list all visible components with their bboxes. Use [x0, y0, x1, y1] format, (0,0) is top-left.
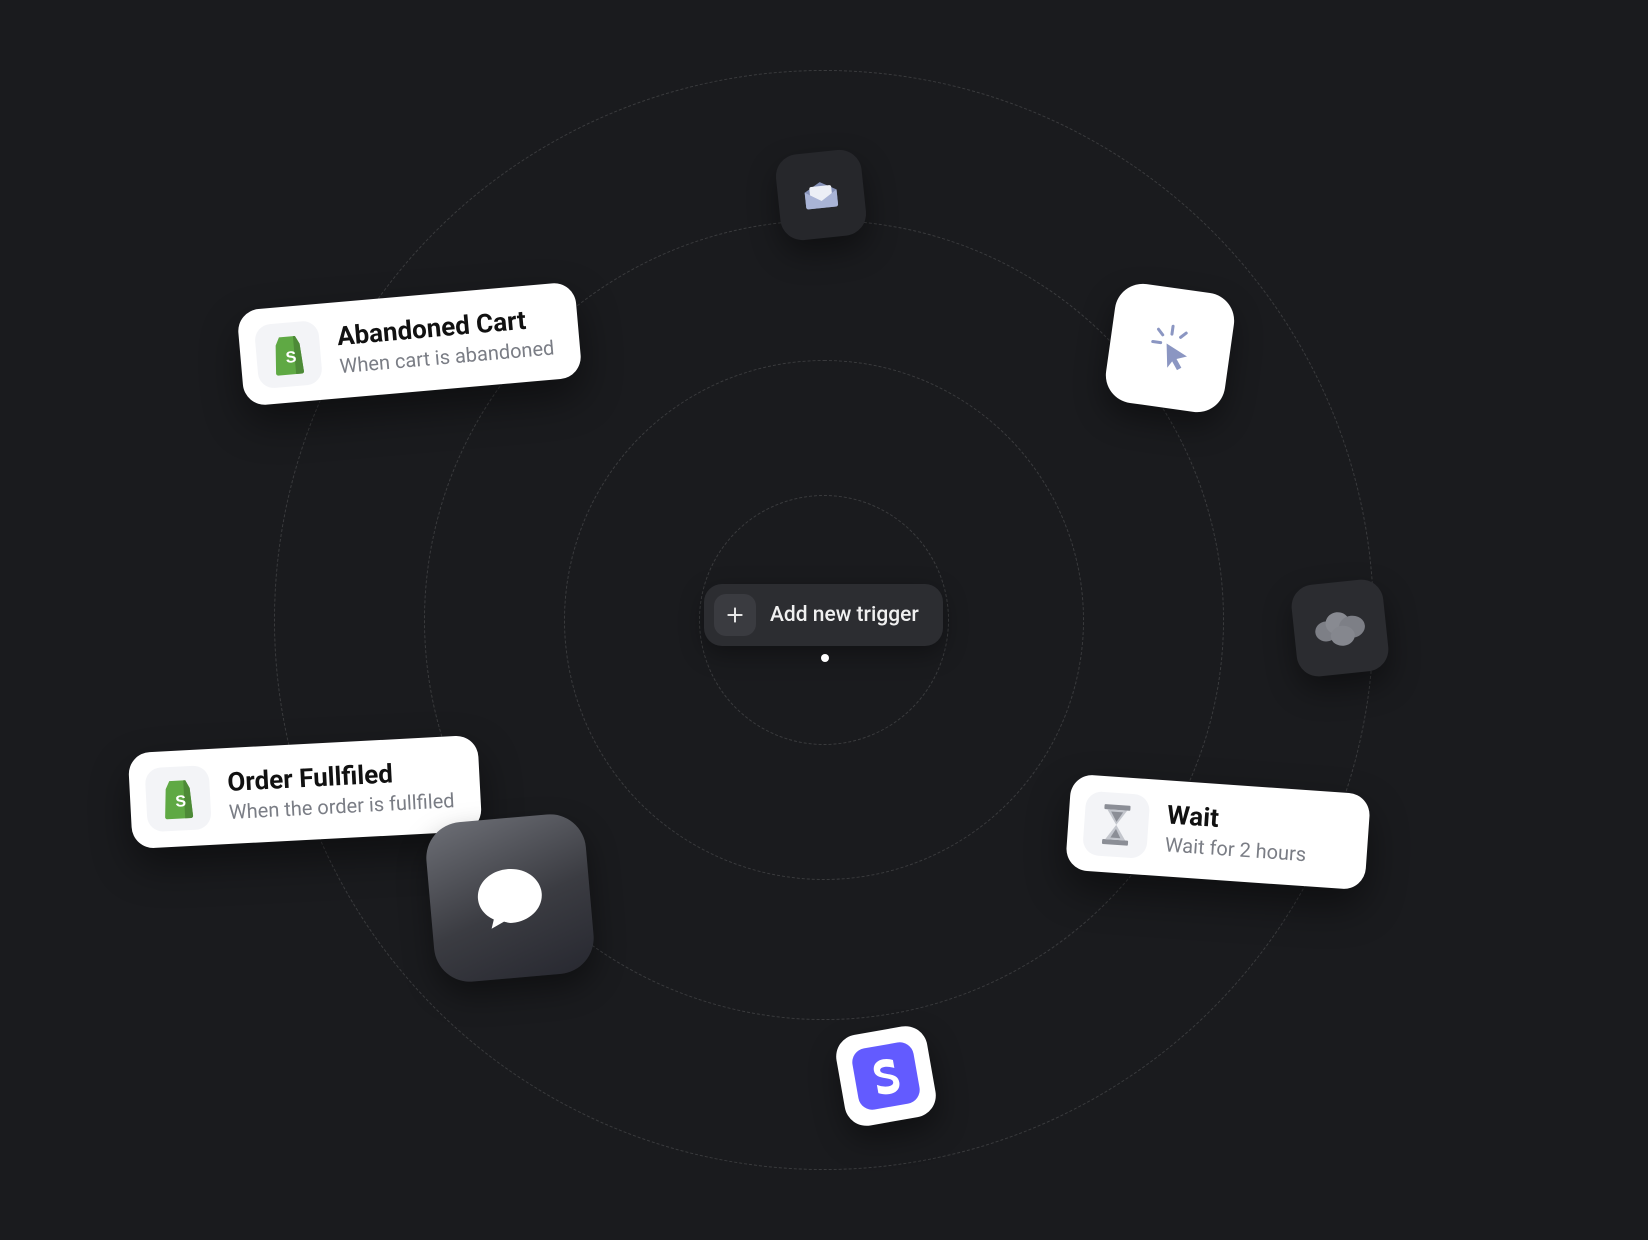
cursor-click-icon [1138, 316, 1201, 379]
shopify-bag-icon: S [254, 320, 323, 389]
orbit-tile-message[interactable] [423, 811, 596, 984]
card-text: Abandoned Cart When cart is abandoned [336, 304, 555, 379]
hourglass-icon [1082, 791, 1150, 859]
trigger-card-order-fulfilled[interactable]: S Order Fullfiled When the order is full… [128, 735, 482, 849]
stripe-s-icon [850, 1040, 922, 1112]
card-text: Order Fullfiled When the order is fullfi… [227, 756, 455, 824]
add-new-trigger-button[interactable]: Add new trigger [704, 584, 943, 646]
chat-bubble-icon [471, 862, 548, 934]
orbit-tile-cursor-click[interactable] [1102, 280, 1238, 416]
card-text: Wait Wait for 2 hours [1164, 800, 1309, 866]
shopify-bag-icon: S [145, 765, 212, 832]
orbit-tile-inbox[interactable] [774, 148, 869, 243]
center-anchor-dot [821, 654, 829, 662]
trigger-orbit-canvas: Add new trigger S Abandoned Cart When ca… [0, 0, 1648, 1240]
trigger-card-abandoned-cart[interactable]: S Abandoned Cart When cart is abandoned [236, 281, 582, 406]
salesforce-cloud-icon [1310, 605, 1370, 651]
svg-text:S: S [285, 349, 297, 367]
plus-icon [714, 594, 756, 636]
orbit-tile-stripe[interactable] [833, 1023, 940, 1130]
add-trigger-label: Add new trigger [770, 603, 919, 627]
svg-text:S: S [175, 793, 187, 811]
orbit-tile-salesforce[interactable] [1289, 577, 1390, 678]
trigger-card-wait[interactable]: Wait Wait for 2 hours [1065, 774, 1371, 891]
inbox-icon [801, 178, 842, 212]
